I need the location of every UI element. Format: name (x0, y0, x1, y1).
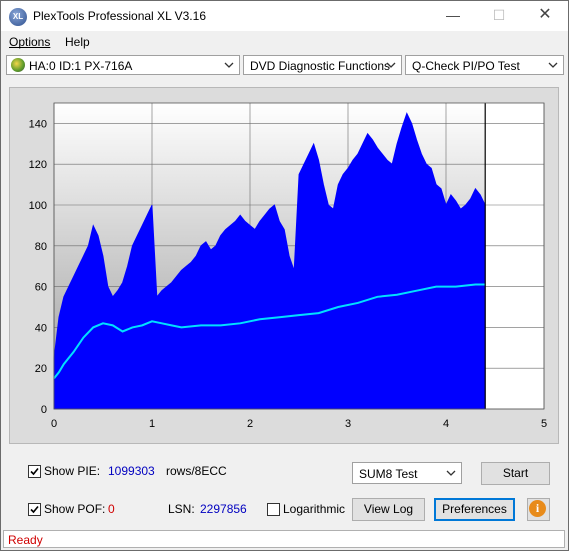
test-select[interactable]: Q-Check PI/PO Test (405, 55, 564, 75)
lsn-label: LSN: (168, 502, 195, 516)
show-pie-label: Show PIE: (44, 464, 101, 478)
x-tick-label: 5 (541, 418, 547, 430)
chart-panel: 0 20 40 60 80 100 120 140 0 1 2 3 4 5 (9, 87, 559, 444)
chevron-down-icon (548, 62, 558, 68)
y-tick-label: 60 (35, 282, 47, 294)
menu-bar: Options Help (1, 32, 568, 52)
start-button[interactable]: Start (481, 462, 550, 485)
x-tick-label: 4 (443, 418, 449, 430)
chevron-down-icon (386, 62, 396, 68)
info-icon: i (529, 500, 546, 517)
checkmark-icon (30, 505, 39, 514)
pi-po-chart: 0 20 40 60 80 100 120 140 0 1 2 3 4 5 (29, 102, 547, 430)
menu-options-label: Options (9, 35, 51, 49)
drive-select[interactable]: HA:0 ID:1 PX-716A (6, 55, 240, 75)
status-bar: Ready (3, 530, 565, 548)
sum8-test-select-value: SUM8 Test (359, 467, 418, 481)
close-button[interactable]: ✕ (522, 1, 568, 31)
chevron-down-icon (446, 470, 456, 476)
function-select[interactable]: DVD Diagnostic Functions (243, 55, 402, 75)
unused-region (485, 103, 544, 409)
window-title: PlexTools Professional XL V3.16 (33, 9, 206, 23)
x-tick-label: 1 (149, 418, 155, 430)
minimize-button[interactable]: — (430, 1, 476, 31)
pie-unit: rows/8ECC (166, 464, 227, 478)
lsn-value: 2297856 (200, 502, 247, 516)
show-pof-checkbox[interactable] (28, 503, 41, 516)
checkmark-icon (30, 467, 39, 476)
y-tick-label: 20 (35, 363, 47, 375)
show-pie-checkbox[interactable] (28, 465, 41, 478)
x-tick-label: 3 (345, 418, 351, 430)
title-bar: XL PlexTools Professional XL V3.16 — ☐ ✕ (1, 1, 568, 31)
maximize-button[interactable]: ☐ (476, 1, 522, 31)
menu-help[interactable]: Help (65, 35, 90, 49)
app-logo-icon: XL (9, 8, 27, 26)
x-tick-label: 0 (51, 418, 57, 430)
y-tick-label: 120 (29, 159, 47, 171)
view-log-button[interactable]: View Log (352, 498, 425, 521)
function-select-value: DVD Diagnostic Functions (250, 59, 391, 73)
status-text: Ready (8, 533, 43, 547)
x-tick-label: 2 (247, 418, 253, 430)
drive-select-value: HA:0 ID:1 PX-716A (29, 59, 133, 73)
y-tick-label: 140 (29, 118, 47, 130)
pof-value: 0 (108, 502, 115, 516)
sum8-test-select[interactable]: SUM8 Test (352, 462, 462, 484)
chevron-down-icon (224, 62, 234, 68)
menu-help-label: Help (65, 35, 90, 49)
show-pof-label: Show POF: (44, 502, 106, 516)
logarithmic-label: Logarithmic (283, 502, 346, 516)
info-button[interactable]: i (527, 498, 550, 521)
y-tick-label: 100 (29, 200, 47, 212)
logarithmic-checkbox[interactable] (267, 503, 280, 516)
test-select-value: Q-Check PI/PO Test (412, 59, 520, 73)
menu-options[interactable]: Options (9, 35, 50, 49)
preferences-button[interactable]: Preferences (434, 498, 515, 521)
y-tick-label: 80 (35, 241, 47, 253)
main-window: XL PlexTools Professional XL V3.16 — ☐ ✕… (0, 0, 569, 551)
y-tick-label: 40 (35, 322, 47, 334)
drive-icon (11, 58, 25, 72)
y-tick-label: 0 (41, 404, 47, 416)
pie-value: 1099303 (108, 464, 155, 478)
